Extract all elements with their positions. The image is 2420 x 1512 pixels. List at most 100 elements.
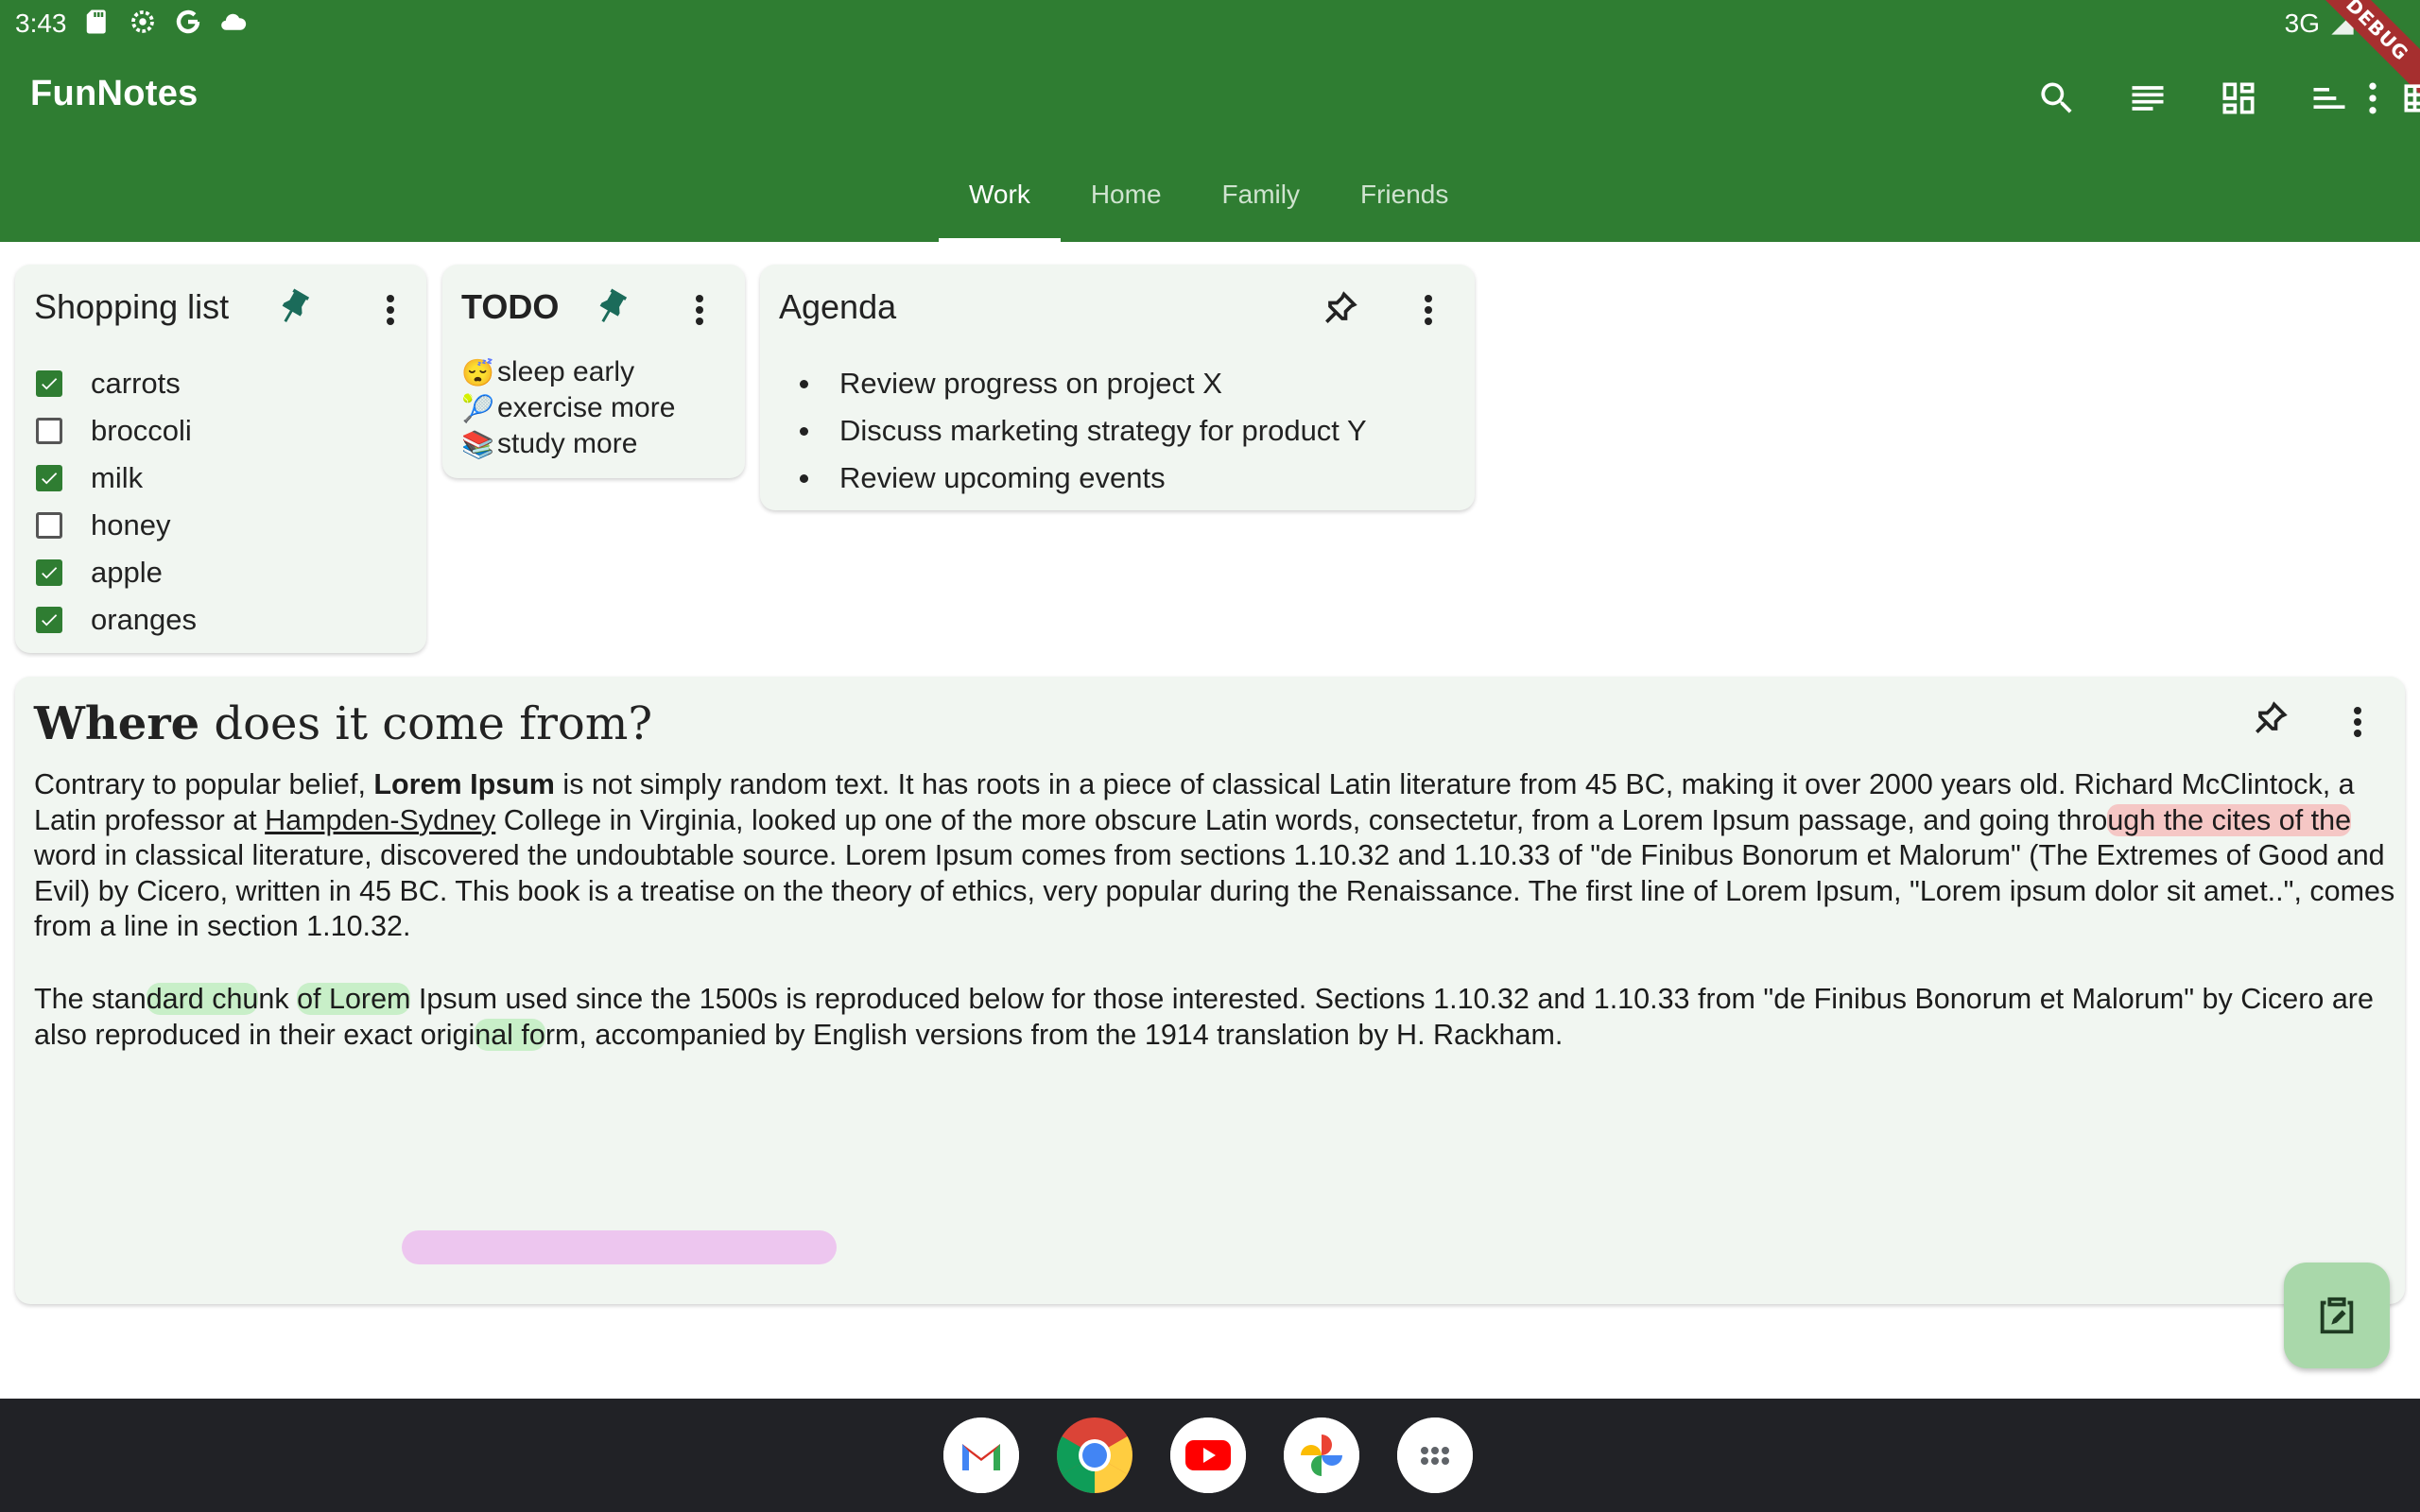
- checkbox-checked[interactable]: [36, 465, 62, 491]
- checklist-item-label: apple: [91, 556, 163, 589]
- checklist-item-label: carrots: [91, 367, 181, 400]
- app-title: FunNotes: [30, 74, 199, 113]
- bullet-dot: [800, 473, 808, 483]
- text-run: word in classical literature, discovered…: [34, 839, 2395, 942]
- dashboard-view-button[interactable]: [2212, 72, 2265, 125]
- checklist-item[interactable]: apple: [36, 554, 163, 592]
- tab-home[interactable]: Home: [1061, 170, 1192, 242]
- checklist-item[interactable]: broccoli: [36, 412, 192, 450]
- unpin-button[interactable]: [272, 287, 314, 329]
- bullet-text: Discuss marketing strategy for product Y: [839, 414, 1367, 447]
- bullet-item: Discuss marketing strategy for product Y: [800, 412, 1367, 450]
- books-icon: 📚: [461, 429, 494, 459]
- youtube-icon: [1170, 1418, 1246, 1493]
- unpin-button[interactable]: [590, 287, 631, 329]
- checklist-item-label: oranges: [91, 603, 198, 636]
- checklist-item[interactable]: milk: [36, 459, 143, 497]
- note-menu-button[interactable]: [2348, 701, 2367, 743]
- note-card-shopping-list[interactable]: Shopping list carrots broccoli milk hone…: [15, 265, 426, 653]
- checklist-item[interactable]: oranges: [36, 601, 197, 639]
- sd-card-icon: [83, 8, 112, 36]
- text-run: rm, accompanied by English versions from…: [544, 1018, 1564, 1051]
- tab-work[interactable]: Work: [939, 170, 1061, 242]
- overflow-menu-button[interactable]: [2346, 72, 2399, 125]
- youtube-app[interactable]: [1170, 1418, 1246, 1493]
- cloud-icon: [219, 8, 248, 36]
- checklist-item[interactable]: carrots: [36, 365, 181, 403]
- tennis-racket-icon: 🎾: [461, 393, 494, 423]
- sort-icon: [2313, 88, 2345, 109]
- todo-line: 😴 sleep early: [461, 355, 634, 389]
- check-icon: [42, 567, 58, 579]
- app-drawer-button[interactable]: [1397, 1418, 1473, 1493]
- gmail-app[interactable]: [943, 1418, 1019, 1493]
- status-time: 3:43: [15, 9, 67, 38]
- check-icon: [42, 614, 58, 627]
- bullet-dot: [800, 426, 808, 436]
- app-drawer-icon: [1397, 1418, 1473, 1493]
- todo-line: 🎾 exercise more: [461, 391, 675, 425]
- checkbox-checked[interactable]: [36, 370, 62, 397]
- edit-note-icon: [2320, 1297, 2354, 1334]
- checklist-item[interactable]: honey: [36, 507, 170, 544]
- checkbox-unchecked[interactable]: [36, 418, 62, 444]
- dashboard-view-icon: [2222, 82, 2255, 114]
- todo-line-text: exercise more: [497, 392, 676, 423]
- bullet-text: Review progress on project X: [839, 367, 1222, 400]
- sleeping-face-icon: 😴: [461, 357, 494, 387]
- text-run: The stan: [34, 983, 147, 1015]
- chrome-icon: [1057, 1418, 1132, 1493]
- tab-bar: Work Home Family Friends: [939, 170, 1478, 242]
- screen: { "status_bar": { "time": "3:43", "netwo…: [0, 0, 2420, 1512]
- note-menu-button[interactable]: [381, 289, 400, 331]
- tab-family[interactable]: Family: [1192, 170, 1330, 242]
- bullet-item: Review progress on project X: [800, 365, 1222, 403]
- note-card-agenda[interactable]: Agenda Review progress on project X Disc…: [760, 265, 1475, 510]
- note-title-rest: does it come from?: [199, 697, 653, 750]
- pin-filled-icon: [282, 288, 310, 323]
- text-run: Contrary to popular belief,: [34, 768, 374, 800]
- checkbox-unchecked[interactable]: [36, 512, 62, 539]
- gmail-icon: [943, 1418, 1019, 1493]
- note-card-todo[interactable]: TODO 😴 sleep early 🎾 exercise more 📚 stu…: [442, 265, 745, 478]
- note-title: Shopping list: [34, 287, 230, 326]
- search-button[interactable]: [2031, 72, 2083, 125]
- underlined-text: Hampden-Sydney: [265, 803, 496, 836]
- note-title: TODO: [461, 287, 560, 326]
- checklist-item-label: milk: [91, 461, 144, 494]
- photos-app[interactable]: [1284, 1418, 1359, 1493]
- pin-outline-icon: [1325, 291, 1357, 323]
- chrome-app[interactable]: [1057, 1418, 1132, 1493]
- settings-status-icon: [129, 8, 157, 36]
- text-bold: Lorem Ipsum: [373, 768, 555, 800]
- bullet-text: Review upcoming events: [839, 461, 1166, 494]
- checkbox-checked[interactable]: [36, 607, 62, 633]
- pin-outline-icon: [2256, 701, 2288, 733]
- todo-line-text: study more: [497, 428, 638, 459]
- drawing-stroke: [402, 1230, 837, 1264]
- pin-filled-icon: [599, 288, 628, 323]
- new-note-fab[interactable]: [2284, 1263, 2390, 1368]
- list-view-icon: [2132, 86, 2164, 111]
- note-paragraph-1: Contrary to popular belief, Lorem Ipsum …: [34, 767, 2397, 945]
- bullet-item: Review upcoming events: [800, 459, 1166, 497]
- pin-button[interactable]: [2250, 697, 2291, 739]
- todo-line: 📚 study more: [461, 427, 637, 461]
- grid-view-icon: [2404, 84, 2420, 112]
- highlight-green: nal fo: [475, 1018, 545, 1051]
- bullet-dot: [800, 379, 808, 388]
- status-notification-icons: [83, 8, 248, 36]
- note-title: Where does it come from?: [34, 697, 652, 750]
- status-bar: 3:43 3G DEBUG: [0, 0, 2420, 98]
- note-menu-button[interactable]: [690, 289, 709, 331]
- tab-friends[interactable]: Friends: [1330, 170, 1478, 242]
- highlight-red: ugh the cites of the: [2107, 803, 2352, 836]
- list-view-button[interactable]: [2121, 72, 2174, 125]
- note-menu-button[interactable]: [1419, 289, 1438, 331]
- note-title: Agenda: [779, 287, 897, 326]
- note-title-bold: Where: [34, 697, 200, 750]
- taskbar-dock: [0, 1399, 2420, 1512]
- check-icon: [42, 378, 58, 390]
- checkbox-checked[interactable]: [36, 559, 62, 586]
- pin-button[interactable]: [1320, 287, 1361, 329]
